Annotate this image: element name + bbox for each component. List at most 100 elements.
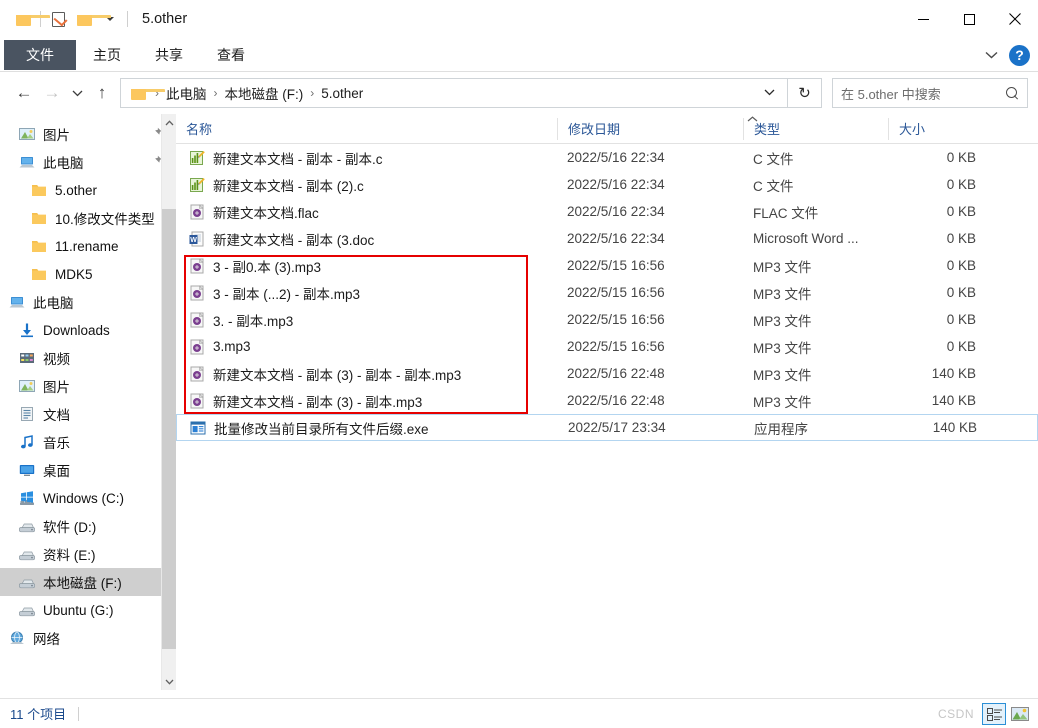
forward-button[interactable]: → xyxy=(38,78,66,108)
scrollbar-thumb[interactable] xyxy=(162,209,176,649)
sidebar-item-[interactable]: 桌面 xyxy=(0,456,176,484)
folder-icon[interactable] xyxy=(10,6,50,32)
address-dropdown-icon[interactable] xyxy=(756,87,783,99)
sidebar-item-d[interactable]: 软件 (D:) xyxy=(0,512,176,540)
file-name-cell[interactable]: 新建文本文档 - 副本 (3) - 副本 - 副本.mp3 xyxy=(176,364,557,384)
tab-view[interactable]: 查看 xyxy=(200,40,262,70)
sidebar-item-5-other[interactable]: 5.other xyxy=(0,176,176,204)
file-name-label: 新建文本文档.flac xyxy=(213,205,319,221)
table-row[interactable]: 新建文本文档 - 副本 (3) - 副本 - 副本.mp3 2022/5/16 2… xyxy=(176,360,1038,387)
file-name-cell[interactable]: 3. - 副本.mp3 xyxy=(176,310,557,330)
watermark-label: CSDN xyxy=(937,707,974,721)
file-name-label: 新建文本文档 - 副本 (3.doc xyxy=(213,232,375,248)
file-name-cell[interactable]: 3 - 副0.本 (3).mp3 xyxy=(176,256,557,276)
window-title: 5.other xyxy=(142,11,188,27)
breadcrumb-drive-f[interactable]: 本地磁盘 (F:) xyxy=(223,83,306,103)
folder-icon xyxy=(30,266,48,282)
sidebar-item-f[interactable]: 本地磁盘 (F:) xyxy=(0,568,176,596)
column-header-name[interactable]: 名称 xyxy=(176,118,557,140)
sidebar-item-[interactable]: 网络 xyxy=(0,624,176,652)
back-button[interactable]: ← xyxy=(10,78,38,108)
sidebar-item-downloads[interactable]: Downloads xyxy=(0,316,176,344)
file-name-cell[interactable]: 新建文本文档 - 副本 (3) - 副本.mp3 xyxy=(176,391,557,411)
sidebar-item-label: MDK5 xyxy=(55,266,93,282)
table-row[interactable]: 3 - 副本 (...2) - 副本.mp3 2022/5/15 16:56 MP3… xyxy=(176,279,1038,306)
recent-locations-button[interactable] xyxy=(66,78,88,108)
file-name-cell[interactable]: 批量修改当前目录所有文件后缀.exe xyxy=(177,418,558,438)
large-icons-view-button[interactable] xyxy=(1008,703,1032,725)
help-button[interactable]: ? xyxy=(1009,44,1030,66)
search-input[interactable]: 在 5.other 中搜索 xyxy=(841,84,1006,103)
word-file-icon: W xyxy=(189,231,205,247)
table-row[interactable]: W 新建文本文档 - 副本 (3.doc 2022/5/16 22:34 Micros… xyxy=(176,225,1038,252)
refresh-button[interactable]: ↻ xyxy=(788,78,822,108)
details-view-button[interactable] xyxy=(982,703,1006,725)
desktop-icon xyxy=(18,462,36,478)
file-name-cell[interactable]: 3.mp3 xyxy=(176,338,557,355)
tab-file[interactable]: 文件 xyxy=(4,40,76,70)
up-button[interactable]: ↑ xyxy=(88,78,116,108)
address-bar: ← → ↑ › 此电脑 › 本地磁盘 (F:) › 5.other ↻ 在 5.… xyxy=(0,72,1038,114)
view-controls: CSDN xyxy=(938,699,1032,728)
file-name-cell[interactable]: 新建文本文档 - 副本 (2).c xyxy=(176,175,557,195)
column-header-size[interactable]: 大小 xyxy=(888,117,984,140)
file-name-cell[interactable]: 新建文本文档.flac xyxy=(176,202,557,222)
videos-icon xyxy=(18,350,36,366)
sidebar-item-[interactable]: 图片 xyxy=(0,372,176,400)
sidebar-item-[interactable]: 此电脑 xyxy=(0,288,176,316)
maximize-button[interactable] xyxy=(946,0,992,38)
customize-caret-icon[interactable] xyxy=(97,6,123,32)
sidebar-item-mdk5[interactable]: MDK5 xyxy=(0,260,176,288)
navigation-scrollbar[interactable] xyxy=(161,114,176,690)
file-date-cell: 2022/5/15 16:56 xyxy=(567,339,665,354)
sidebar-item-[interactable]: 此电脑 xyxy=(0,148,176,176)
file-name-label: 3.mp3 xyxy=(213,339,251,354)
sidebar-item-windows-c[interactable]: Windows (C:) xyxy=(0,484,176,512)
sidebar-item-label: 11.rename xyxy=(55,238,119,254)
chevron-down-icon[interactable] xyxy=(983,47,999,63)
sidebar-item-10[interactable]: 10.修改文件类型 xyxy=(0,204,176,232)
sidebar-item-e[interactable]: 资料 (E:) xyxy=(0,540,176,568)
svg-text:W: W xyxy=(190,237,197,244)
sidebar-item-[interactable]: 文档 xyxy=(0,400,176,428)
navigation-pane: 图片 此电脑 5.other 10.修改文件类型 11.rename MDK5 此电脑 Dow… xyxy=(0,114,176,690)
breadcrumb-current-folder[interactable]: 5.other xyxy=(319,86,365,101)
breadcrumb-this-pc[interactable]: 此电脑 xyxy=(164,83,209,103)
table-row[interactable]: 批量修改当前目录所有文件后缀.exe 2022/5/17 23:34 应用程序 140… xyxy=(176,414,1038,441)
file-name-cell[interactable]: W 新建文本文档 - 副本 (3.doc xyxy=(176,229,557,249)
table-row[interactable]: 新建文本文档 - 副本 (2).c 2022/5/16 22:34 C 文件 0 KB xyxy=(176,171,1038,198)
address-input[interactable]: › 此电脑 › 本地磁盘 (F:) › 5.other xyxy=(120,78,788,108)
column-header-date[interactable]: 修改日期 xyxy=(557,117,743,140)
file-name-cell[interactable]: 3 - 副本 (...2) - 副本.mp3 xyxy=(176,283,557,303)
file-name-cell[interactable]: 新建文本文档 - 副本 - 副本.c xyxy=(176,148,557,168)
file-type-cell: MP3 文件 xyxy=(753,259,812,275)
minimize-button[interactable] xyxy=(900,0,946,38)
column-header-type[interactable]: 类型 xyxy=(743,117,888,140)
scroll-down-icon[interactable] xyxy=(162,673,176,690)
close-button[interactable] xyxy=(992,0,1038,38)
table-row[interactable]: 3.mp3 2022/5/15 16:56 MP3 文件 0 KB xyxy=(176,333,1038,360)
new-folder-icon[interactable] xyxy=(71,6,111,32)
documents-icon xyxy=(18,406,36,422)
file-name-label: 3 - 副0.本 (3).mp3 xyxy=(213,259,322,275)
sidebar-item-label: Windows (C:) xyxy=(43,490,125,506)
table-row[interactable]: 新建文本文档 - 副本 - 副本.c 2022/5/16 22:34 C 文件 0 K… xyxy=(176,144,1038,171)
sidebar-item-[interactable]: 音乐 xyxy=(0,428,176,456)
column-headers: 名称 修改日期 类型 大小 xyxy=(176,114,1038,144)
ribbon-tabs: 文件 主页 共享 查看 ? xyxy=(0,38,1038,72)
table-row[interactable]: 新建文本文档.flac 2022/5/16 22:34 FLAC 文件 0 KB xyxy=(176,198,1038,225)
table-row[interactable]: 新建文本文档 - 副本 (3) - 副本.mp3 2022/5/16 22:48 M… xyxy=(176,387,1038,414)
search-box[interactable]: 在 5.other 中搜索 xyxy=(832,78,1028,108)
properties-icon[interactable] xyxy=(45,6,71,32)
file-size-cell: 0 KB xyxy=(946,339,976,354)
tab-home[interactable]: 主页 xyxy=(76,40,138,70)
table-row[interactable]: 3 - 副0.本 (3).mp3 2022/5/15 16:56 MP3 文件 0 K… xyxy=(176,252,1038,279)
sidebar-item-11-rename[interactable]: 11.rename xyxy=(0,232,176,260)
sidebar-item-[interactable]: 视频 xyxy=(0,344,176,372)
table-row[interactable]: 3. - 副本.mp3 2022/5/15 16:56 MP3 文件 0 KB xyxy=(176,306,1038,333)
sidebar-item-ubuntu-g[interactable]: Ubuntu (G:) xyxy=(0,596,176,624)
tab-share[interactable]: 共享 xyxy=(138,40,200,70)
sidebar-item-label: 桌面 xyxy=(43,464,70,479)
sidebar-item-[interactable]: 图片 xyxy=(0,120,176,148)
scroll-up-icon[interactable] xyxy=(162,114,176,131)
